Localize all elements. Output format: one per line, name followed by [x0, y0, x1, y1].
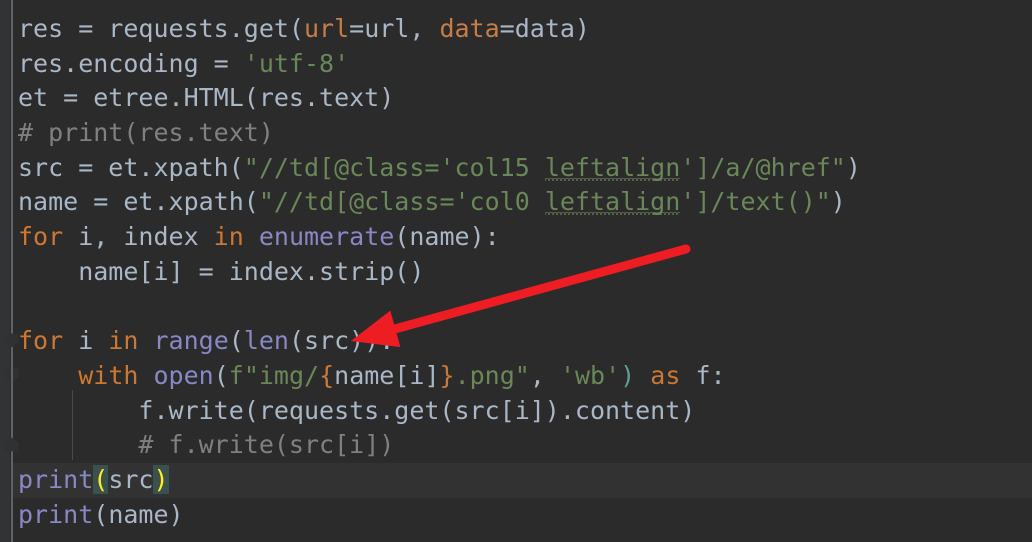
code-line[interactable]: f.write(requests.get(src[i]).content) — [13, 394, 1032, 429]
code-token: ) — [830, 187, 846, 217]
code-token: len — [243, 326, 289, 356]
code-line[interactable]: print(name) — [13, 498, 1032, 533]
code-token: ( — [228, 326, 244, 356]
code-token: name[i] — [334, 360, 440, 390]
code-token: (name) — [93, 499, 184, 529]
code-line[interactable]: print(src) — [13, 462, 1032, 498]
code-token: print — [18, 464, 94, 494]
code-token: i — [63, 326, 109, 356]
code-line[interactable]: with open(f"img/{name[i]}.png", 'wb') as… — [13, 359, 1032, 394]
code-lines-container[interactable]: res = requests.get(url=url, data=data) re… — [13, 0, 1032, 542]
code-token: src = et.xpath( — [18, 152, 244, 182]
code-token: leftalign — [544, 187, 681, 217]
code-token: enumerate — [258, 222, 395, 252]
code-token: 'wb' — [559, 360, 621, 390]
code-token: ) — [620, 360, 636, 390]
code-token: f.write(requests.get(src[i]).content) — [18, 395, 696, 425]
code-line[interactable]: for i in range(len(src)): — [13, 324, 1032, 359]
code-token: leftalign — [544, 152, 681, 182]
code-line[interactable]: et = etree.HTML(res.text) — [13, 81, 1032, 116]
code-line[interactable]: src = et.xpath("//td[@class='col15 lefta… — [13, 151, 1032, 186]
code-token: # f.write(src[i]) — [138, 430, 395, 460]
code-token: ) — [845, 152, 861, 182]
code-token: =url, — [349, 14, 440, 43]
code-token: "//td[@class='col0 — [258, 187, 545, 217]
code-line[interactable]: # print(res.text) — [13, 116, 1032, 151]
code-token: range — [153, 326, 229, 356]
code-token: ) — [153, 464, 169, 494]
code-editor-pane[interactable]: res = requests.get(url=url, data=data) re… — [0, 0, 1032, 542]
code-token: { — [319, 360, 335, 390]
code-token: , — [529, 360, 560, 390]
code-token: ( — [213, 360, 229, 390]
code-token: ']/text()" — [680, 187, 831, 217]
code-token: as — [650, 360, 681, 390]
code-line[interactable]: name[i] = index.strip() — [13, 255, 1032, 290]
code-token: in — [108, 326, 139, 356]
code-token: name = et.xpath( — [18, 187, 259, 217]
editor-gutter — [0, 0, 10, 542]
code-line[interactable]: # f.write(src[i]) — [13, 428, 1032, 463]
code-token: f"img/ — [228, 360, 320, 390]
code-token: ( — [93, 464, 109, 494]
code-line[interactable]: for i, index in enumerate(name): — [13, 220, 1032, 255]
code-token: open — [153, 360, 214, 390]
code-token: } — [439, 360, 455, 390]
code-token: print — [18, 499, 94, 529]
code-token: =data) — [499, 14, 590, 43]
code-token: for — [18, 222, 64, 252]
code-token: url — [303, 14, 350, 43]
code-token: et = etree.HTML(res.text) — [18, 83, 395, 113]
code-line[interactable]: name = et.xpath("//td[@class='col0 lefta… — [13, 185, 1032, 220]
code-token: res.encoding = — [18, 48, 244, 78]
code-token: in — [213, 222, 244, 252]
code-token: with — [78, 360, 139, 390]
code-token: .png" — [454, 360, 530, 390]
code-token: data — [439, 14, 500, 43]
code-token: f: — [680, 360, 726, 390]
code-token: # print(res.text) — [18, 118, 274, 148]
code-token: "//td[@class='col15 — [243, 152, 545, 182]
code-token: ']/a/@href" — [680, 152, 846, 182]
code-token: res = requests.get( — [18, 14, 304, 43]
code-line[interactable] — [13, 290, 1032, 325]
code-token: for — [18, 326, 64, 356]
code-line[interactable]: res.encoding = 'utf-8' — [13, 47, 1032, 82]
code-token: name[i] = index.strip() — [18, 256, 425, 286]
code-token: (src)): — [288, 326, 395, 356]
code-token: (name): — [394, 222, 500, 252]
code-line[interactable]: res = requests.get(url=url, data=data) — [13, 12, 1032, 47]
code-token: i, index — [63, 222, 214, 252]
code-token: 'utf-8' — [243, 48, 350, 78]
code-token: src — [108, 464, 154, 494]
